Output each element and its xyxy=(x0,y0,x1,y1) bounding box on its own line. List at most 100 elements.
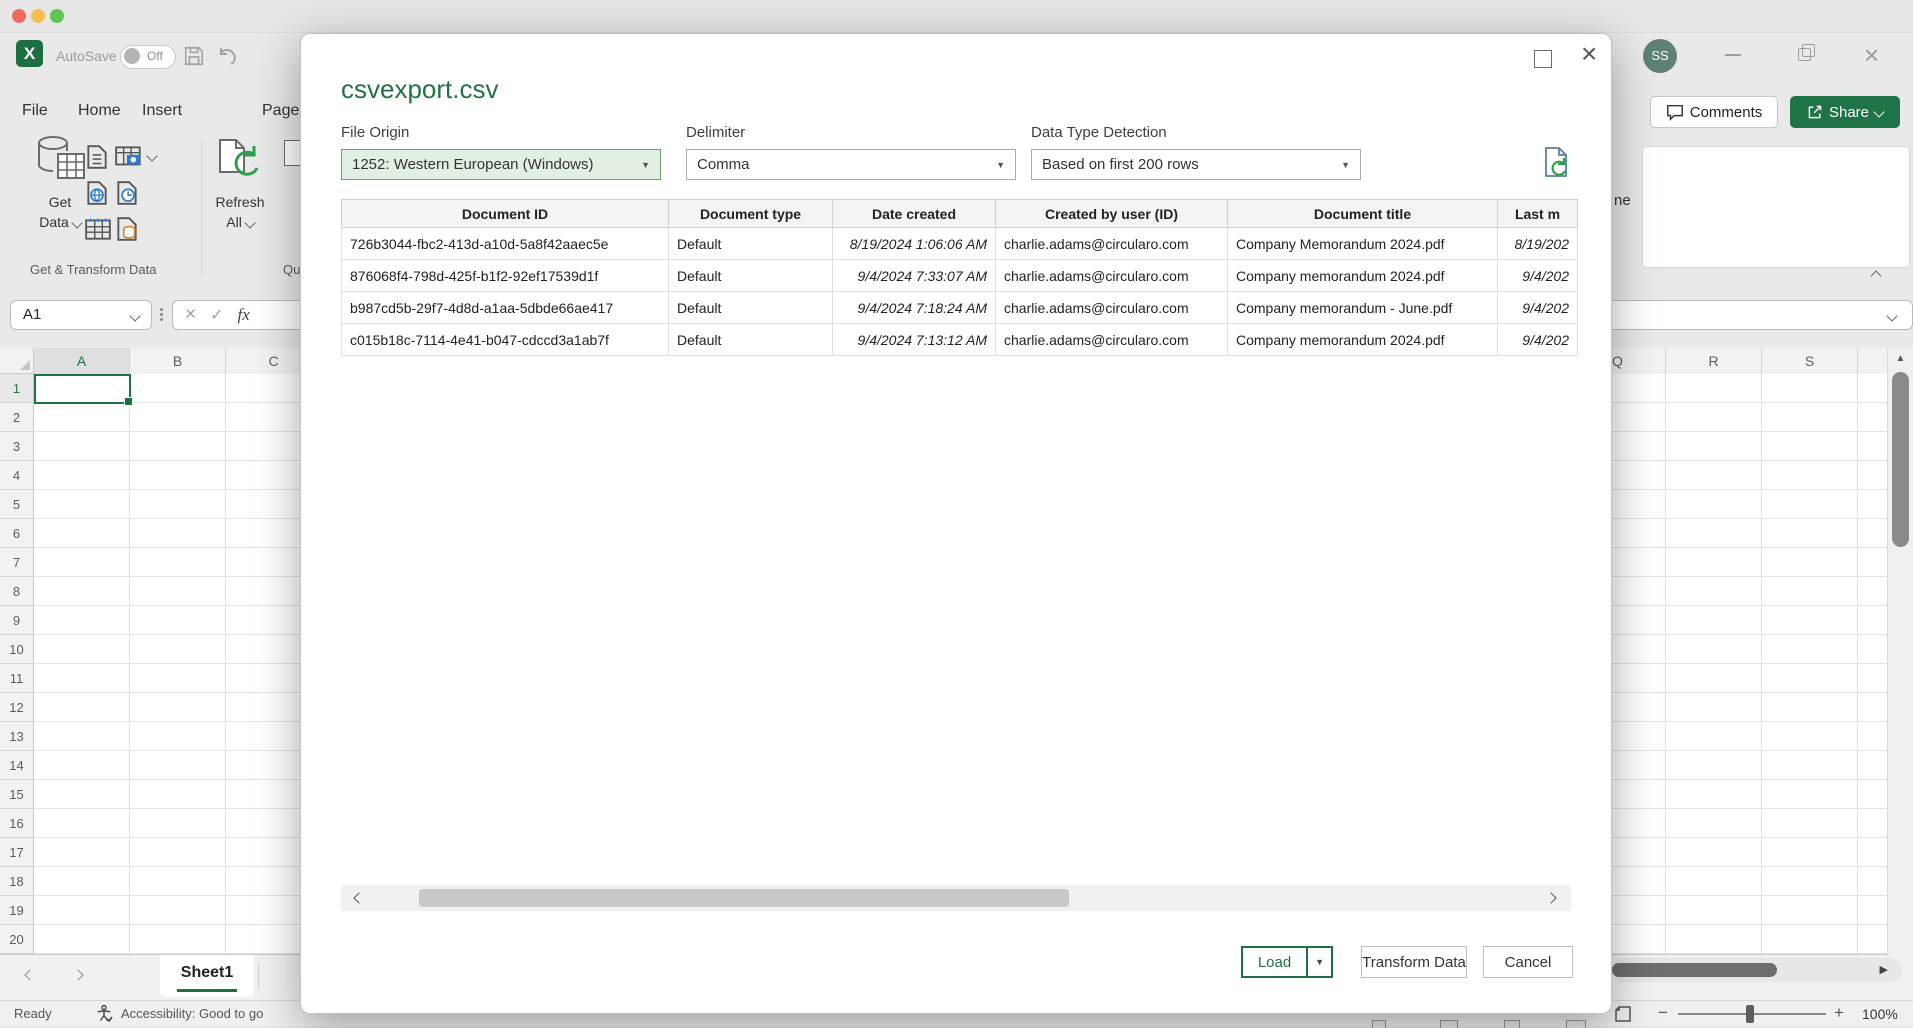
menu-tab-page[interactable]: Page xyxy=(262,102,299,120)
vertical-scrollbar[interactable]: ▲ xyxy=(1887,348,1913,955)
row-header-6[interactable]: 6 xyxy=(0,519,34,548)
collapse-ribbon-chevron-icon[interactable] xyxy=(1870,270,1881,281)
accessibility-status[interactable]: Accessibility: Good to go xyxy=(121,1006,263,1021)
window-close-icon[interactable]: × xyxy=(1864,40,1879,71)
window-restore-icon[interactable] xyxy=(1798,48,1811,61)
window-minimize-icon[interactable] xyxy=(1725,54,1741,56)
save-icon[interactable] xyxy=(183,45,205,67)
mac-zoom-light[interactable] xyxy=(50,9,64,23)
horizontal-scrollbar[interactable]: ▶ xyxy=(1612,958,1902,982)
view-normal-icon[interactable] xyxy=(1372,1020,1386,1028)
insert-function-icon[interactable]: fx xyxy=(238,305,250,325)
table-cell: Default xyxy=(669,228,833,260)
row-header-20[interactable]: 20 xyxy=(0,925,34,954)
mac-minimize-light[interactable] xyxy=(31,9,45,23)
zoom-out-icon[interactable]: − xyxy=(1658,1003,1668,1023)
view-extra-icon[interactable] xyxy=(1566,1020,1586,1028)
cancel-label: Cancel xyxy=(1505,954,1552,971)
column-header-r[interactable]: R xyxy=(1666,348,1762,374)
load-button[interactable]: Load ▼ xyxy=(1241,946,1333,978)
existing-connections-icon[interactable] xyxy=(114,216,140,242)
zoom-in-icon[interactable]: + xyxy=(1834,1003,1844,1023)
from-web-icon[interactable] xyxy=(84,180,110,206)
row-header-14[interactable]: 14 xyxy=(0,751,34,780)
from-picture-chevron-icon[interactable] xyxy=(146,150,157,161)
name-box[interactable]: A1 xyxy=(10,300,152,330)
column-header-b[interactable]: B xyxy=(130,348,226,374)
delimiter-select[interactable]: Comma ▼ xyxy=(686,149,1016,180)
mac-close-light[interactable] xyxy=(12,9,26,23)
view-page-break-icon[interactable] xyxy=(1504,1020,1520,1028)
load-split-dropdown-icon[interactable]: ▼ xyxy=(1306,948,1331,976)
account-avatar[interactable]: SS xyxy=(1643,39,1677,73)
file-origin-select[interactable]: 1252: Western European (Windows) ▼ xyxy=(341,149,661,180)
preview-scrollbar[interactable] xyxy=(341,885,1571,911)
refresh-all-button[interactable]: Refresh All xyxy=(208,194,272,230)
table-cell: c015b18c-7114-4e41-b047-cdccd3a1ab7f xyxy=(342,324,669,356)
horizontal-scroll-thumb[interactable] xyxy=(1612,963,1777,977)
select-all-corner[interactable] xyxy=(0,348,34,374)
sheet-tab-sheet1[interactable]: Sheet1 xyxy=(160,955,254,997)
page-layout-status-icon[interactable] xyxy=(1614,1005,1632,1023)
row-header-1[interactable]: 1 xyxy=(0,374,34,403)
cancel-button[interactable]: Cancel xyxy=(1483,946,1573,978)
get-data-button[interactable]: Get Data xyxy=(28,194,92,230)
row-header-9[interactable]: 9 xyxy=(0,606,34,635)
preview-scroll-right-icon[interactable] xyxy=(1545,892,1556,903)
row-header-18[interactable]: 18 xyxy=(0,867,34,896)
dialog-close-icon[interactable]: × xyxy=(1581,38,1597,70)
recent-sources-icon[interactable] xyxy=(114,180,140,206)
row-header-13[interactable]: 13 xyxy=(0,722,34,751)
formula-bar-grip-icon[interactable] xyxy=(160,306,163,323)
preview-scroll-left-icon[interactable] xyxy=(353,892,364,903)
row-header-2[interactable]: 2 xyxy=(0,403,34,432)
transform-data-button[interactable]: Transform Data xyxy=(1361,946,1467,978)
table-cell: charlie.adams@circularo.com xyxy=(996,260,1228,292)
row-header-16[interactable]: 16 xyxy=(0,809,34,838)
autosave-toggle[interactable]: Off xyxy=(120,45,176,69)
zoom-slider-thumb[interactable] xyxy=(1746,1005,1754,1023)
row-header-15[interactable]: 15 xyxy=(0,780,34,809)
scroll-up-arrow-icon[interactable]: ▲ xyxy=(1888,353,1913,364)
selected-cell-a1[interactable] xyxy=(34,374,131,404)
row-header-4[interactable]: 4 xyxy=(0,461,34,490)
fill-handle[interactable] xyxy=(124,397,133,406)
zoom-level[interactable]: 100% xyxy=(1862,1006,1898,1022)
accessibility-icon[interactable] xyxy=(95,1004,115,1024)
share-chevron-icon xyxy=(1873,106,1884,117)
row-header-3[interactable]: 3 xyxy=(0,432,34,461)
row-header-19[interactable]: 19 xyxy=(0,896,34,925)
view-page-layout-icon[interactable] xyxy=(1440,1020,1458,1028)
row-header-10[interactable]: 10 xyxy=(0,635,34,664)
comments-button[interactable]: Comments xyxy=(1650,96,1778,128)
row-header-8[interactable]: 8 xyxy=(0,577,34,606)
row-header-11[interactable]: 11 xyxy=(0,664,34,693)
from-picture-icon[interactable] xyxy=(114,144,144,170)
cancel-entry-icon[interactable]: × xyxy=(185,304,196,326)
column-header-s[interactable]: S xyxy=(1762,348,1858,374)
dialog-maximize-icon[interactable] xyxy=(1534,50,1552,68)
vertical-scroll-thumb[interactable] xyxy=(1892,372,1909,547)
menu-tab-file[interactable]: File xyxy=(22,102,48,120)
menu-tab-insert[interactable]: Insert xyxy=(142,102,182,120)
excel-app-icon: X xyxy=(16,40,43,67)
column-header-a[interactable]: A xyxy=(34,348,130,374)
menu-tab-home[interactable]: Home xyxy=(78,102,121,120)
from-text-file-icon[interactable] xyxy=(84,144,110,170)
undo-icon[interactable] xyxy=(216,45,240,69)
row-header-7[interactable]: 7 xyxy=(0,548,34,577)
detection-select[interactable]: Based on first 200 rows ▼ xyxy=(1031,149,1361,180)
scroll-right-arrow-icon[interactable]: ▶ xyxy=(1880,963,1888,976)
from-table-range-icon[interactable] xyxy=(84,216,112,242)
next-sheet-icon[interactable] xyxy=(72,969,83,980)
row-header-12[interactable]: 12 xyxy=(0,693,34,722)
share-button[interactable]: Share xyxy=(1790,96,1900,128)
preview-scroll-thumb[interactable] xyxy=(419,889,1069,907)
refresh-preview-icon[interactable] xyxy=(1543,146,1571,178)
row-header-17[interactable]: 17 xyxy=(0,838,34,867)
row-headers[interactable]: 1234567891011121314151617181920 xyxy=(0,374,34,954)
prev-sheet-icon[interactable] xyxy=(24,969,35,980)
row-header-5[interactable]: 5 xyxy=(0,490,34,519)
column-header: Document title xyxy=(1228,200,1498,228)
confirm-entry-icon[interactable]: ✓ xyxy=(210,305,223,325)
